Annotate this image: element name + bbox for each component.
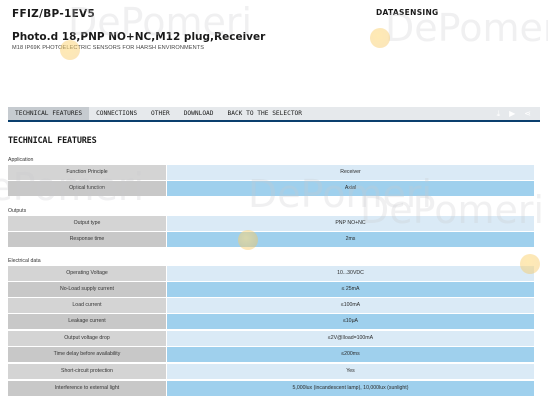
tab-technical-features[interactable]: TECHNICAL FEATURES [8,107,90,120]
feature-key: Function Principle [8,165,166,180]
tab-actions: ⤓ ▶ ⋖ [497,107,540,120]
tab-back-to-selector[interactable]: BACK TO THE SELECTOR [221,107,310,120]
group-label-outputs: Outputs [8,208,27,214]
brand-logo: DATASENSING [376,8,439,17]
feature-value: ≤200ms [167,347,534,362]
feature-value: PNP NO+NC [167,216,534,231]
feature-value: 10...30VDC [167,266,534,281]
feature-value: Yes [167,364,534,379]
feature-value: Axial [167,181,534,196]
group-label-electrical-data: Electrical data [8,258,41,264]
product-header: FFIZ/BP-1EV5 DATASENSING Photo.d 18,PNP … [0,0,548,60]
tab-other[interactable]: OTHER [144,107,177,120]
feature-value: Receiver [167,165,534,180]
table-row: No-Load supply current ≤ 25mA [8,282,534,297]
group-label-application: Application [8,157,34,163]
table-row: Output type PNP NO+NC [8,216,534,231]
feature-key: Interference to external light [8,381,166,396]
feature-key: Output voltage drop [8,331,166,346]
section-title: TECHNICAL FEATURES [8,136,97,146]
table-row: Optical function Axial [8,181,534,196]
table-row: Short-circuit protection Yes [8,364,534,379]
feature-value: 2ms [167,232,534,247]
feature-key: Optical function [8,181,166,196]
feature-key: Output type [8,216,166,231]
feature-key: Load current [8,298,166,313]
product-subtitle: M18 IP69K PHOTOELECTRIC SENSORS FOR HARS… [12,45,205,51]
share-icon[interactable]: ⋖ [524,107,531,120]
table-row: Load current ≤100mA [8,298,534,313]
tab-download[interactable]: DOWNLOAD [177,107,221,120]
feature-value: ≤100mA [167,298,534,313]
download-icon[interactable]: ⤓ [497,107,501,120]
feature-key: Operating Voltage [8,266,166,281]
feature-value: ≤10μA [167,314,534,329]
table-row: Function Principle Receiver [8,165,534,180]
table-row: Leakage current ≤10μA [8,314,534,329]
video-icon[interactable]: ▶ [509,107,515,120]
feature-key: No-Load supply current [8,282,166,297]
product-code: FFIZ/BP-1EV5 [12,8,96,20]
tab-bar: TECHNICAL FEATURES CONNECTIONS OTHER DOW… [8,107,540,122]
table-row: Time delay before availability ≤200ms [8,347,534,362]
tab-connections[interactable]: CONNECTIONS [89,107,144,120]
feature-value: ≤2V@Iload=100mA [167,331,534,346]
product-title: Photo.d 18,PNP NO+NC,M12 plug,Receiver [12,31,266,43]
feature-key: Response time [8,232,166,247]
feature-value: ≤ 25mA [167,282,534,297]
feature-key: Time delay before availability [8,347,166,362]
table-row: Interference to external light 5,000lux … [8,381,534,396]
feature-key: Leakage current [8,314,166,329]
feature-value: 5,000lux (incandescent lamp), 10,000lux … [167,381,534,396]
table-row: Output voltage drop ≤2V@Iload=100mA [8,331,534,346]
feature-key: Short-circuit protection [8,364,166,379]
table-row: Response time 2ms [8,232,534,247]
table-row: Operating Voltage 10...30VDC [8,266,534,281]
